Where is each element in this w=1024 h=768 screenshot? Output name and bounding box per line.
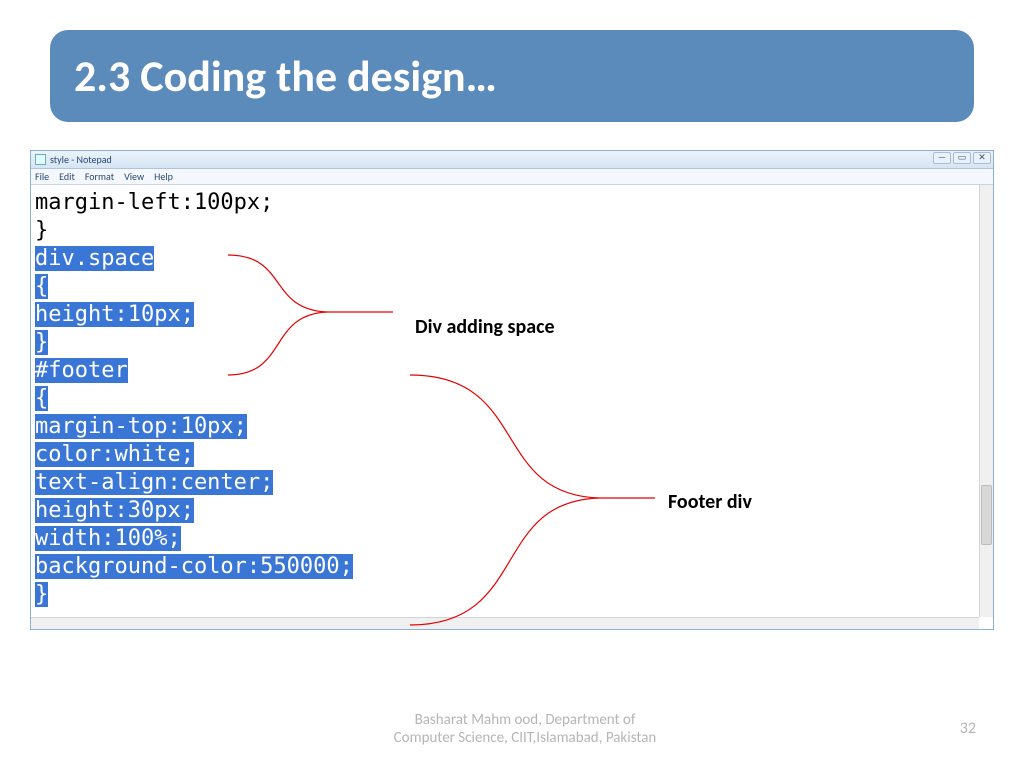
window-controls: — ▭ ✕ (933, 152, 991, 164)
annotation-div-space: Div adding space (415, 315, 555, 339)
brace-icon (400, 370, 660, 630)
footer-author: Basharat Mahm ood, Department of (415, 711, 636, 729)
notepad-titlebar: style - Notepad — ▭ ✕ (31, 151, 993, 169)
vertical-scrollbar[interactable] (979, 185, 993, 617)
close-button[interactable]: ✕ (973, 152, 991, 164)
maximize-button[interactable]: ▭ (953, 152, 971, 164)
slide-title: 2.3 Coding the design… (50, 30, 974, 122)
brace-icon (218, 250, 398, 380)
footer-affiliation: Computer Science, CIIT,Islamabad, Pakist… (394, 729, 657, 747)
menu-file[interactable]: File (35, 170, 49, 183)
notepad-menubar: File Edit Format View Help (31, 169, 993, 185)
menu-view[interactable]: View (124, 170, 144, 183)
minimize-button[interactable]: — (933, 152, 951, 164)
footer-attribution: Basharat Mahm ood, Department of Compute… (350, 711, 700, 749)
notepad-window-title: style - Notepad (50, 153, 112, 166)
code-unselected: margin-left:100px; } (35, 189, 989, 245)
page-number: 32 (960, 719, 976, 738)
menu-format[interactable]: Format (85, 170, 114, 183)
menu-edit[interactable]: Edit (59, 170, 75, 183)
menu-help[interactable]: Help (154, 170, 173, 183)
notepad-app-icon (35, 154, 46, 165)
annotation-footer-div: Footer div (668, 490, 752, 514)
scrollbar-thumb[interactable] (981, 485, 992, 545)
